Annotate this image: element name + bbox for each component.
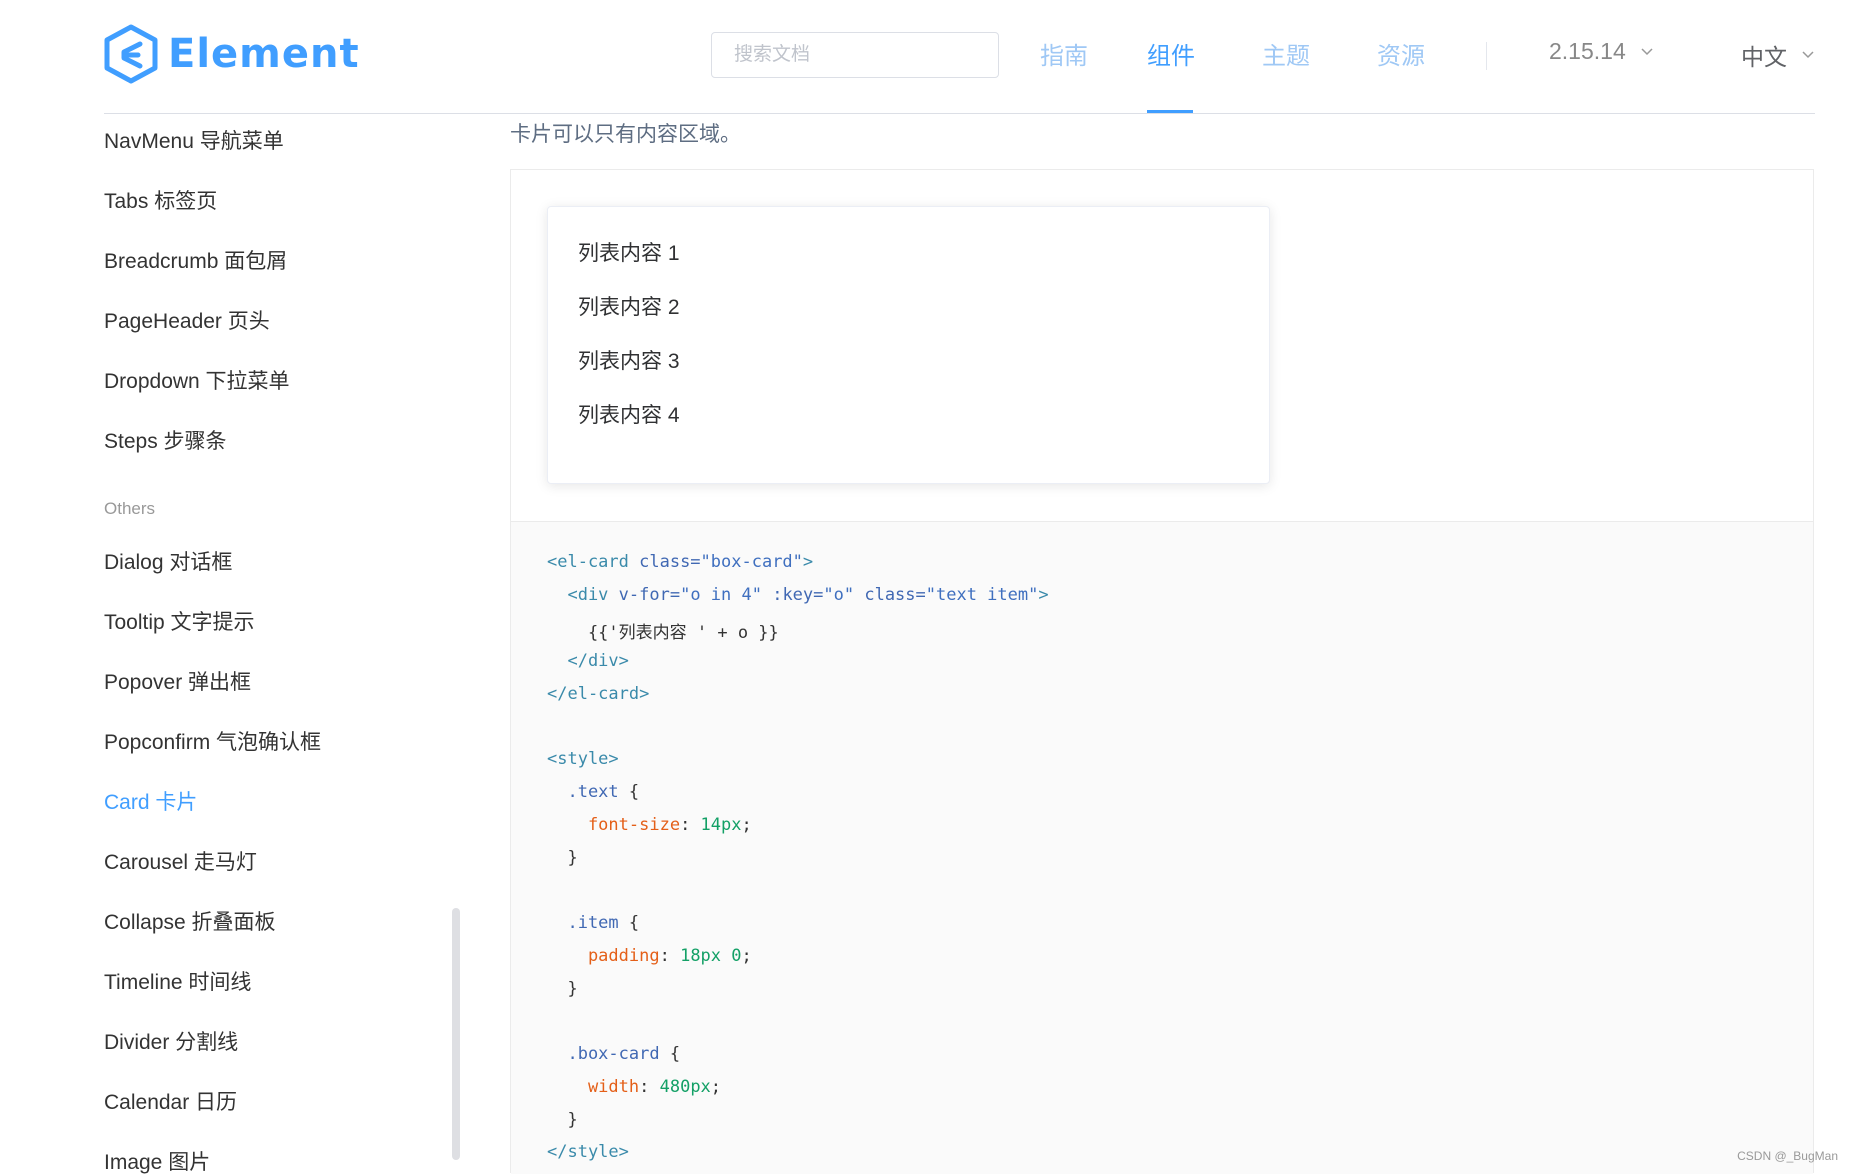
sidebar-item-breadcrumb[interactable]: Breadcrumb 面包屑 [104, 245, 287, 275]
sidebar-item-carousel[interactable]: Carousel 走马灯 [104, 846, 257, 876]
code-line: } [547, 979, 578, 999]
nav-divider [1486, 42, 1487, 70]
sidebar-item-popover[interactable]: Popover 弹出框 [104, 666, 251, 696]
chevron-down-icon [1641, 47, 1653, 55]
sidebar-item-steps[interactable]: Steps 步骤条 [104, 425, 227, 455]
code-block: <el-card class="box-card"> <div v-for="o… [511, 522, 1813, 1174]
code-line: .box-card { [547, 1044, 681, 1064]
code-line: </el-card> [547, 684, 650, 704]
nav-guide[interactable]: 指南 [1040, 36, 1088, 71]
sidebar-item-tooltip[interactable]: Tooltip 文字提示 [104, 606, 255, 636]
sidebar-item-pageheader[interactable]: PageHeader 页头 [104, 305, 270, 335]
code-line: padding: 18px 0; [547, 946, 752, 966]
sidebar-item-popconfirm[interactable]: Popconfirm 气泡确认框 [104, 726, 321, 756]
logo-text: Element [168, 31, 360, 77]
element-logo-icon [104, 24, 158, 84]
chevron-down-icon [1802, 51, 1814, 59]
sidebar-item-navmenu[interactable]: NavMenu 导航菜单 [104, 125, 284, 155]
card-list-item: 列表内容 2 [578, 296, 680, 319]
sidebar-item-dropdown[interactable]: Dropdown 下拉菜单 [104, 365, 290, 395]
code-line: </div> [547, 651, 629, 671]
sidebar-item-timeline[interactable]: Timeline 时间线 [104, 966, 251, 996]
language-label: 中文 [1741, 44, 1787, 70]
version-dropdown[interactable]: 2.15.14 [1549, 38, 1654, 65]
sidebar-item-calendar[interactable]: Calendar 日历 [104, 1086, 237, 1116]
nav-theme[interactable]: 主题 [1262, 36, 1310, 71]
watermark: CSDN @_BugMan [1737, 1149, 1838, 1163]
nav-component[interactable]: 组件 [1147, 36, 1195, 71]
search-input[interactable] [711, 32, 999, 78]
card-list-item: 列表内容 3 [578, 350, 680, 373]
box-card: 列表内容 1 列表内容 2 列表内容 3 列表内容 4 [547, 206, 1270, 484]
code-line: .text { [547, 782, 640, 802]
element-logo[interactable]: Element [104, 24, 360, 84]
sidebar-item-collapse[interactable]: Collapse 折叠面板 [104, 906, 276, 936]
top-header: Element 指南 组件 主题 资源 2.15.14 中文 [0, 0, 1852, 114]
code-line: width: 480px; [547, 1077, 722, 1097]
card-list-item: 列表内容 4 [578, 404, 680, 427]
demo-block: 列表内容 1 列表内容 2 列表内容 3 列表内容 4 <el-card cla… [510, 169, 1814, 1174]
sidebar-item-dialog[interactable]: Dialog 对话框 [104, 546, 232, 576]
sidebar-item-divider[interactable]: Divider 分割线 [104, 1026, 238, 1056]
card-list-item: 列表内容 1 [578, 242, 680, 265]
code-line: } [547, 848, 578, 868]
sidebar-item-tabs[interactable]: Tabs 标签页 [104, 185, 217, 215]
code-line: </style> [547, 1142, 629, 1162]
code-line: .item { [547, 913, 640, 933]
sidebar-group-others: Others [104, 499, 156, 518]
code-line: <style> [547, 749, 619, 769]
code-line: } [547, 1110, 578, 1130]
code-line: font-size: 14px; [547, 815, 752, 835]
code-line: <div v-for="o in 4" :key="o" class="text… [547, 585, 1049, 605]
sidebar-scrollbar[interactable] [452, 908, 460, 1160]
code-line: {{'列表内容 ' + o }} [547, 623, 779, 643]
section-description: 卡片可以只有内容区域。 [510, 123, 741, 146]
demo-preview: 列表内容 1 列表内容 2 列表内容 3 列表内容 4 [511, 170, 1813, 522]
sidebar-item-image[interactable]: Image 图片 [104, 1146, 210, 1176]
version-label: 2.15.14 [1549, 38, 1626, 64]
language-dropdown[interactable]: 中文 [1741, 38, 1815, 72]
sidebar-item-card[interactable]: Card 卡片 [104, 786, 197, 816]
nav-resource[interactable]: 资源 [1377, 36, 1425, 71]
code-line: <el-card class="box-card"> [547, 552, 814, 572]
sidebar: NavMenu 导航菜单 Tabs 标签页 Breadcrumb 面包屑 Pag… [0, 114, 470, 1176]
